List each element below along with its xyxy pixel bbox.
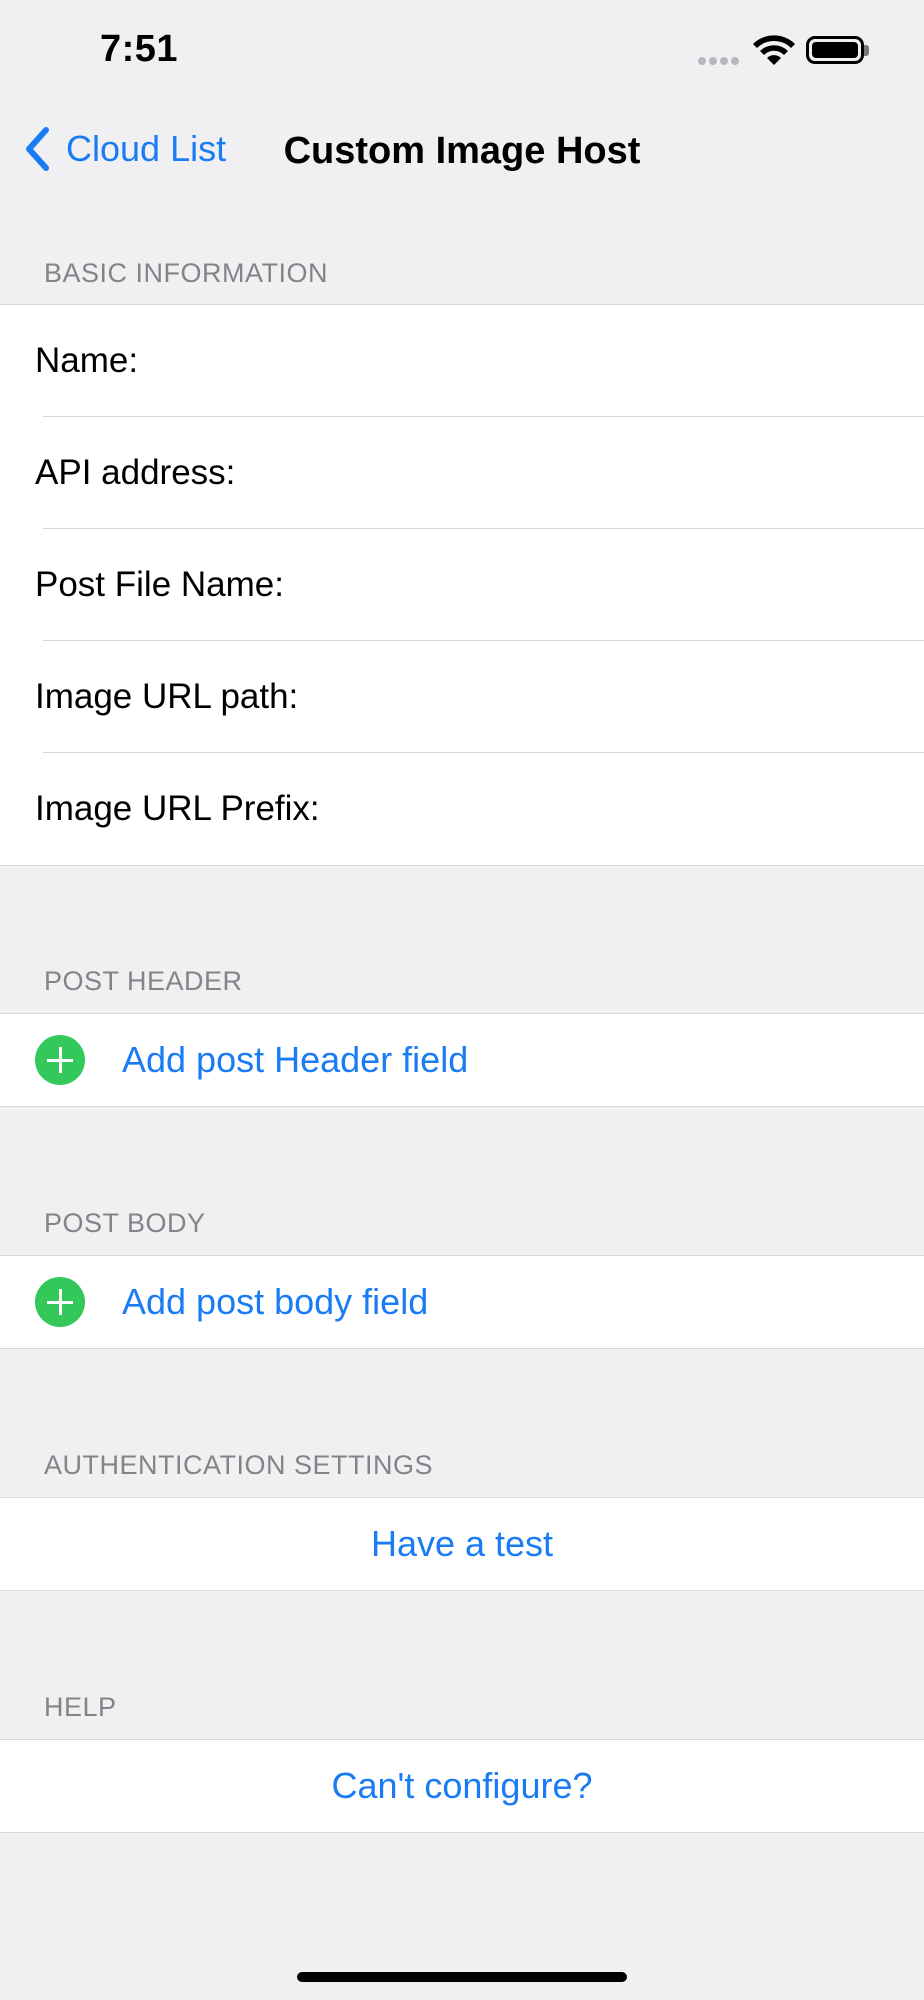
field-row-api-address[interactable]: API address:	[0, 417, 924, 529]
field-label-api-address: API address:	[35, 453, 236, 492]
cant-configure-button[interactable]: Can't configure?	[0, 1740, 924, 1832]
help-group: Can't configure?	[0, 1739, 924, 1833]
status-bar: 7:51	[0, 0, 924, 100]
name-field[interactable]	[360, 340, 894, 382]
home-indicator	[297, 1972, 627, 1982]
plus-circle-icon	[35, 1277, 85, 1327]
basic-information-group: Name: API address: Post File Name: Image…	[0, 304, 924, 866]
navigation-bar: Cloud List Custom Image Host	[0, 100, 924, 200]
post-header-group: Add post Header field	[0, 1013, 924, 1107]
field-row-image-url-path[interactable]: Image URL path:	[0, 641, 924, 753]
add-post-body-field-button[interactable]: Add post body field	[0, 1256, 924, 1348]
authentication-group: Have a test	[0, 1497, 924, 1591]
section-header-post-body: POST BODY	[44, 1208, 206, 1238]
field-label-image-url-prefix: Image URL Prefix:	[35, 789, 320, 828]
post-file-name-field[interactable]	[360, 564, 894, 606]
section-header-basic-information: BASIC INFORMATION	[44, 258, 329, 288]
field-label-post-file-name: Post File Name:	[35, 565, 284, 604]
field-row-post-file-name[interactable]: Post File Name:	[0, 529, 924, 641]
section-header-authentication-settings: AUTHENTICATION SETTINGS	[44, 1450, 434, 1480]
add-post-body-field-label: Add post body field	[122, 1281, 429, 1322]
field-row-name[interactable]: Name:	[0, 305, 924, 417]
section-header-help: HELP	[44, 1692, 117, 1722]
section-header-post-header: POST HEADER	[44, 966, 243, 996]
image-url-prefix-field[interactable]	[360, 788, 894, 830]
api-address-field[interactable]	[360, 452, 894, 494]
field-label-image-url-path: Image URL path:	[35, 677, 299, 716]
wifi-icon	[753, 35, 795, 65]
signal-icon	[698, 52, 742, 65]
plus-circle-icon	[35, 1035, 85, 1085]
battery-icon	[806, 36, 864, 64]
add-post-header-field-label: Add post Header field	[122, 1039, 469, 1080]
status-time: 7:51	[100, 28, 179, 70]
image-url-path-field[interactable]	[360, 676, 894, 718]
page-title: Custom Image Host	[283, 130, 641, 172]
post-body-group: Add post body field	[0, 1255, 924, 1349]
field-row-image-url-prefix[interactable]: Image URL Prefix:	[0, 753, 924, 865]
have-a-test-button[interactable]: Have a test	[0, 1498, 924, 1590]
add-post-header-field-button[interactable]: Add post Header field	[0, 1014, 924, 1106]
field-label-name: Name:	[35, 341, 139, 380]
